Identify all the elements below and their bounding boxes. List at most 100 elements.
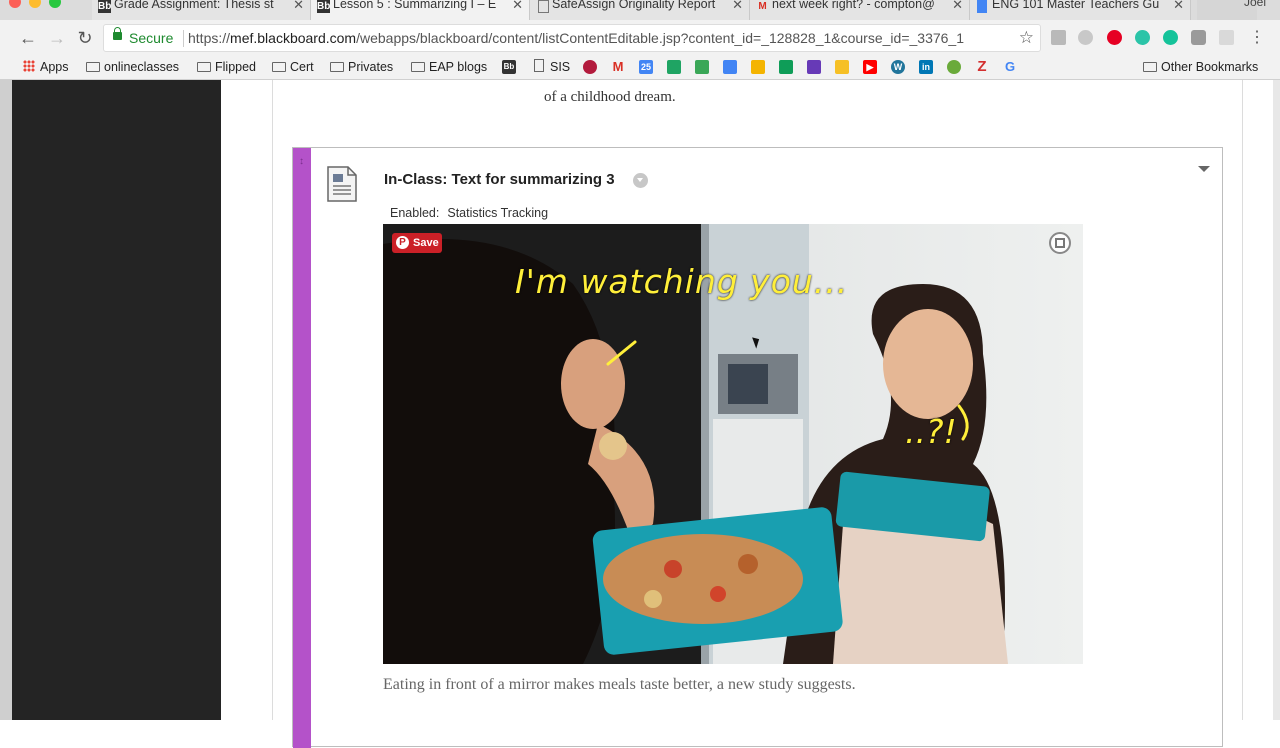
photo-caption: Eating in front of a mirror makes meals … (383, 676, 856, 693)
grammarly-extension-icon[interactable] (1163, 30, 1178, 45)
bookmark-label: Other Bookmarks (1161, 60, 1259, 74)
tab-title: SafeAssign Originality Report (552, 0, 716, 11)
enabled-value: Statistics Tracking (447, 206, 549, 220)
feedly-bookmark-icon[interactable] (947, 60, 961, 74)
drive-extension-icon[interactable] (1078, 30, 1093, 45)
item-accent-bar: ↕ (293, 148, 311, 748)
close-window-button[interactable] (9, 0, 21, 8)
bookmark-eap-blogs[interactable]: EAP blogs (411, 58, 487, 76)
item-photo[interactable]: I'm watching you... ..?! P Save (383, 224, 1083, 664)
folder-icon (411, 62, 425, 72)
folder-icon (197, 62, 211, 72)
other-bookmarks[interactable]: Other Bookmarks (1143, 58, 1258, 76)
drag-handle-icon[interactable]: ↕ (299, 156, 304, 167)
blackboard-icon: Bb (317, 0, 331, 13)
zotero-bookmark-icon[interactable]: Z (975, 59, 989, 74)
gmail-bookmark-icon[interactable]: M (611, 60, 625, 74)
tab-eng101[interactable]: ENG 101 Master Teachers Gu ✕ (970, 0, 1191, 20)
photo-overlay-text: I'm watching you... (515, 262, 849, 301)
expand-image-icon[interactable] (1049, 232, 1071, 254)
tab-title: ENG 101 Master Teachers Gu (992, 0, 1160, 11)
sheets-bookmark-icon[interactable] (779, 60, 793, 74)
docs-bookmark-icon[interactable] (723, 60, 737, 74)
close-tab-icon[interactable]: ✕ (732, 0, 743, 13)
folder-icon (1143, 62, 1157, 72)
forms-bookmark-icon[interactable] (807, 60, 821, 74)
media-bookmark-icon[interactable] (583, 60, 597, 74)
bookmark-sis[interactable]: SIS (534, 58, 570, 76)
page-content: of a childhood dream. ↕ In-Class: Text f… (0, 80, 1280, 748)
window-edge (0, 80, 12, 720)
address-bar[interactable]: Secure https://mef.blackboard.com/webapp… (103, 24, 1041, 52)
document-icon (538, 0, 549, 13)
google-docs-icon (977, 0, 987, 13)
back-button[interactable]: ← (16, 26, 40, 50)
bookmark-label: onlineclasses (104, 60, 180, 74)
enabled-label: Enabled: (390, 206, 440, 220)
bookmark-label: Privates (348, 60, 394, 74)
close-tab-icon[interactable]: ✕ (512, 0, 523, 13)
tab-gmail[interactable]: M next week right? - compton@ ✕ (750, 0, 970, 20)
blackboard-icon: Bb (98, 0, 112, 13)
screencast-extension-icon[interactable] (1191, 30, 1206, 45)
linkedin-bookmark-icon[interactable]: in (919, 60, 933, 74)
pinterest-extension-icon[interactable] (1107, 30, 1122, 45)
bookmark-cert[interactable]: Cert (272, 58, 314, 76)
bookmark-label: EAP blogs (429, 60, 488, 74)
previous-item-text: of a childhood dream. (544, 89, 676, 105)
browser-toolbar: ← → ↻ Secure https://mef.blackboard.com/… (0, 20, 1280, 56)
close-tab-icon[interactable]: ✕ (293, 0, 304, 13)
bookmark-apps[interactable]: Apps (23, 58, 69, 76)
pin-save-label: Save (413, 237, 439, 249)
secure-label: Secure (129, 30, 174, 46)
bookmarks-bar: Apps onlineclasses Flipped Cert Privates… (0, 56, 1280, 80)
mote-extension-icon[interactable] (1135, 30, 1150, 45)
tab-title: Lesson 5 : Summarizing I – E (333, 0, 497, 11)
gmail-icon: M (758, 1, 767, 12)
tab-grade-assignment[interactable]: Bb Grade Assignment: Thesis st ✕ (92, 0, 311, 20)
close-tab-icon[interactable]: ✕ (952, 0, 963, 13)
minimize-window-button[interactable] (29, 0, 41, 8)
bookmark-privates[interactable]: Privates (330, 58, 393, 76)
dropbox-extension-icon[interactable] (1051, 30, 1066, 45)
profile-name[interactable]: Joel (1244, 0, 1266, 9)
content-item: ↕ In-Class: Text for summarizing 3 Enabl… (292, 147, 1223, 748)
folder-icon (272, 62, 286, 72)
zoom-window-button[interactable] (49, 0, 61, 8)
bookmark-label: Apps (40, 60, 69, 74)
browser-menu-icon[interactable]: ⋮ (1245, 26, 1269, 50)
photos-bookmark-icon[interactable] (695, 60, 709, 74)
chevron-down-icon[interactable] (633, 173, 648, 188)
forward-button[interactable]: → (45, 26, 69, 50)
tab-lesson-5[interactable]: Bb Lesson 5 : Summarizing I – E ✕ (311, 0, 530, 20)
url-host: mef.blackboard.com (230, 30, 357, 46)
wordpress-bookmark-icon[interactable]: W (891, 60, 905, 74)
calendar-bookmark-icon[interactable]: 25 (639, 60, 653, 74)
keep-bookmark-icon[interactable] (835, 60, 849, 74)
bookmark-star-icon[interactable]: ☆ (1019, 28, 1034, 48)
document-icon (534, 59, 544, 72)
reload-button[interactable]: ↻ (73, 26, 97, 50)
item-status-row: Enabled: Statistics Tracking (390, 206, 548, 220)
collapse-arrow-icon[interactable] (1198, 166, 1210, 172)
google-bookmark-icon[interactable]: G (1003, 60, 1017, 74)
pinterest-save-button[interactable]: P Save (392, 233, 442, 253)
folder-icon (330, 62, 344, 72)
slides-bookmark-icon[interactable] (751, 60, 765, 74)
drive-bookmark-icon[interactable] (667, 60, 681, 74)
blackboard-bookmark-icon[interactable]: Bb (502, 60, 516, 74)
tab-safeassign[interactable]: SafeAssign Originality Report ✕ (530, 0, 750, 20)
lock-icon (113, 27, 122, 40)
document-icon (327, 166, 357, 202)
bookmark-label: SIS (550, 60, 571, 74)
youtube-bookmark-icon[interactable]: ▶ (863, 60, 877, 74)
url-text[interactable]: https://mef.blackboard.com/webapps/black… (188, 30, 964, 46)
scrollbar[interactable] (1273, 80, 1280, 720)
item-title[interactable]: In-Class: Text for summarizing 3 (384, 171, 615, 188)
bookmark-flipped[interactable]: Flipped (197, 58, 256, 76)
tab-strip: Bb Grade Assignment: Thesis st ✕ Bb Less… (0, 0, 1280, 20)
document-extension-icon[interactable] (1219, 30, 1234, 45)
close-tab-icon[interactable]: ✕ (1173, 0, 1184, 13)
bookmark-onlineclasses[interactable]: onlineclasses (86, 58, 179, 76)
apps-grid-icon (23, 60, 35, 72)
